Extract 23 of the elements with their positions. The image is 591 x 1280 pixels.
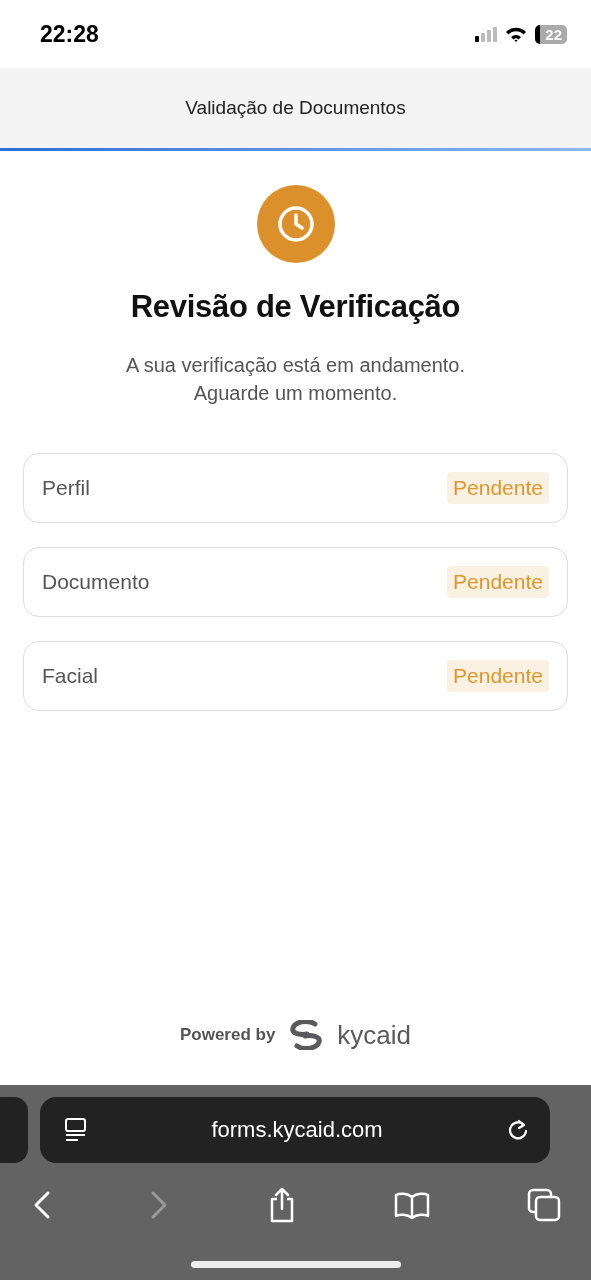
book-icon[interactable] — [393, 1191, 430, 1219]
status-badge: Pendente — [447, 660, 549, 692]
status-badge: Pendente — [447, 566, 549, 598]
row-label: Facial — [42, 664, 99, 688]
address-bar[interactable]: forms.kycaid.com — [40, 1097, 550, 1163]
tabs-icon[interactable] — [527, 1188, 561, 1222]
reader-icon[interactable] — [64, 1117, 88, 1143]
powered-by-text: Powered by — [179, 1025, 276, 1045]
status-time: 22:28 — [40, 20, 99, 48]
brand-name: kycaid — [337, 1019, 412, 1051]
subtitle: A sua verificação está em andamento. Aguarde um momento. — [124, 353, 467, 406]
tab-preview[interactable] — [0, 1097, 28, 1163]
url-text: forms.kycaid.com — [211, 1117, 383, 1143]
back-icon[interactable] — [32, 1190, 52, 1220]
wifi-icon — [505, 26, 528, 42]
reload-icon[interactable] — [506, 1118, 530, 1142]
status-badge: Pendente — [447, 472, 549, 504]
row-label: Perfil — [42, 476, 90, 500]
page-title: Validação de Documentos — [185, 97, 406, 119]
row-label: Documento — [42, 570, 150, 594]
heading: Revisão de Verificação — [130, 289, 461, 325]
battery-indicator: 22 — [535, 24, 567, 44]
signal-icon — [475, 26, 498, 42]
